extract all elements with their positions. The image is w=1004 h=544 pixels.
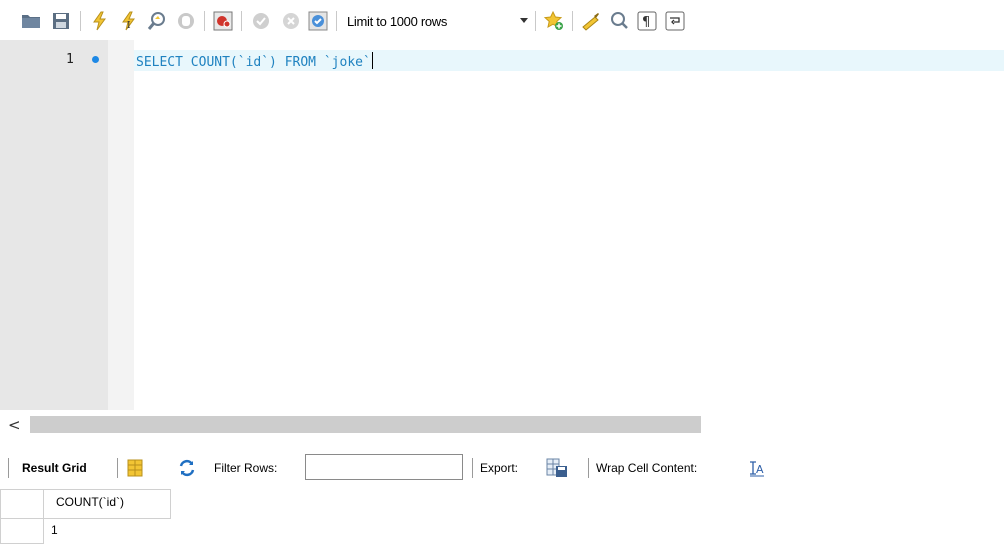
- grid-layout-icon[interactable]: [124, 457, 146, 479]
- toolbar-separator: [336, 11, 337, 31]
- svg-text:I: I: [127, 21, 131, 31]
- export-label: Export:: [480, 461, 519, 475]
- fold-margin: [108, 40, 134, 410]
- svg-text:A: A: [756, 463, 764, 476]
- line-number: 1: [66, 52, 74, 67]
- execute-icon[interactable]: [89, 10, 111, 32]
- autocommit-icon[interactable]: [307, 10, 329, 32]
- statement-marker-icon: [92, 56, 99, 63]
- commit-icon[interactable]: [250, 10, 272, 32]
- result-grid: COUNT(`id`) 1: [0, 489, 1004, 544]
- filter-rows-label: Filter Rows:: [214, 461, 278, 475]
- toolbar-separator: [204, 11, 205, 31]
- row-header[interactable]: 1: [0, 519, 58, 544]
- limit-rows-select[interactable]: Limit to 1000 rows: [343, 11, 543, 33]
- cell-value[interactable]: 1: [51, 523, 58, 537]
- grid-corner-cell: [0, 489, 44, 519]
- sql-editor-area[interactable]: [134, 40, 1004, 410]
- word-wrap-icon[interactable]: [664, 10, 686, 32]
- toolbar-separator: [572, 11, 573, 31]
- column-header[interactable]: COUNT(`id`): [44, 489, 171, 519]
- execute-current-icon[interactable]: I: [118, 10, 140, 32]
- chevron-down-icon: [520, 18, 528, 23]
- rollback-icon[interactable]: [280, 10, 302, 32]
- text-caret: [371, 52, 373, 69]
- scroll-left-icon[interactable]: <: [8, 416, 21, 434]
- explain-icon[interactable]: [146, 10, 168, 32]
- horizontal-scrollbar[interactable]: <: [0, 412, 1004, 438]
- toolbar-separator: [588, 458, 589, 478]
- refresh-icon[interactable]: [176, 457, 198, 479]
- add-snippet-icon[interactable]: [543, 10, 565, 32]
- column-header-label: COUNT(`id`): [56, 495, 124, 509]
- find-icon[interactable]: [608, 10, 630, 32]
- toolbar-separator: [241, 11, 242, 31]
- export-icon[interactable]: [545, 456, 569, 480]
- filter-rows-input[interactable]: [305, 454, 463, 480]
- sql-editor-toolbar: I Limit to 1000 rows ¶: [0, 0, 1004, 40]
- toolbar-separator: [80, 11, 81, 31]
- scrollbar-thumb[interactable]: [30, 416, 701, 433]
- open-folder-icon[interactable]: [20, 10, 42, 32]
- toggle-stop-on-error-icon[interactable]: [212, 10, 234, 32]
- wrap-cell-content-icon[interactable]: A: [748, 459, 766, 477]
- wrap-cell-content-label: Wrap Cell Content:: [596, 461, 698, 475]
- sql-query-content: SELECT COUNT(`id`) FROM `joke`: [136, 55, 371, 70]
- sql-query-text[interactable]: SELECT COUNT(`id`) FROM `joke`: [136, 52, 373, 70]
- invisible-chars-icon[interactable]: ¶: [636, 10, 658, 32]
- toolbar-separator: [535, 11, 536, 31]
- line-number-gutter: [0, 40, 108, 410]
- toolbar-separator: [472, 458, 473, 478]
- toolbar-separator: [8, 458, 9, 478]
- stop-icon[interactable]: [175, 10, 197, 32]
- save-icon[interactable]: [50, 10, 72, 32]
- toolbar-separator: [117, 458, 118, 478]
- result-toolbar: Result Grid Filter Rows: Export: Wrap Ce…: [0, 450, 1004, 486]
- svg-text:¶: ¶: [642, 15, 650, 30]
- limit-rows-value: Limit to 1000 rows: [347, 14, 448, 29]
- result-grid-tab[interactable]: Result Grid: [22, 461, 87, 475]
- beautify-icon[interactable]: [580, 10, 602, 32]
